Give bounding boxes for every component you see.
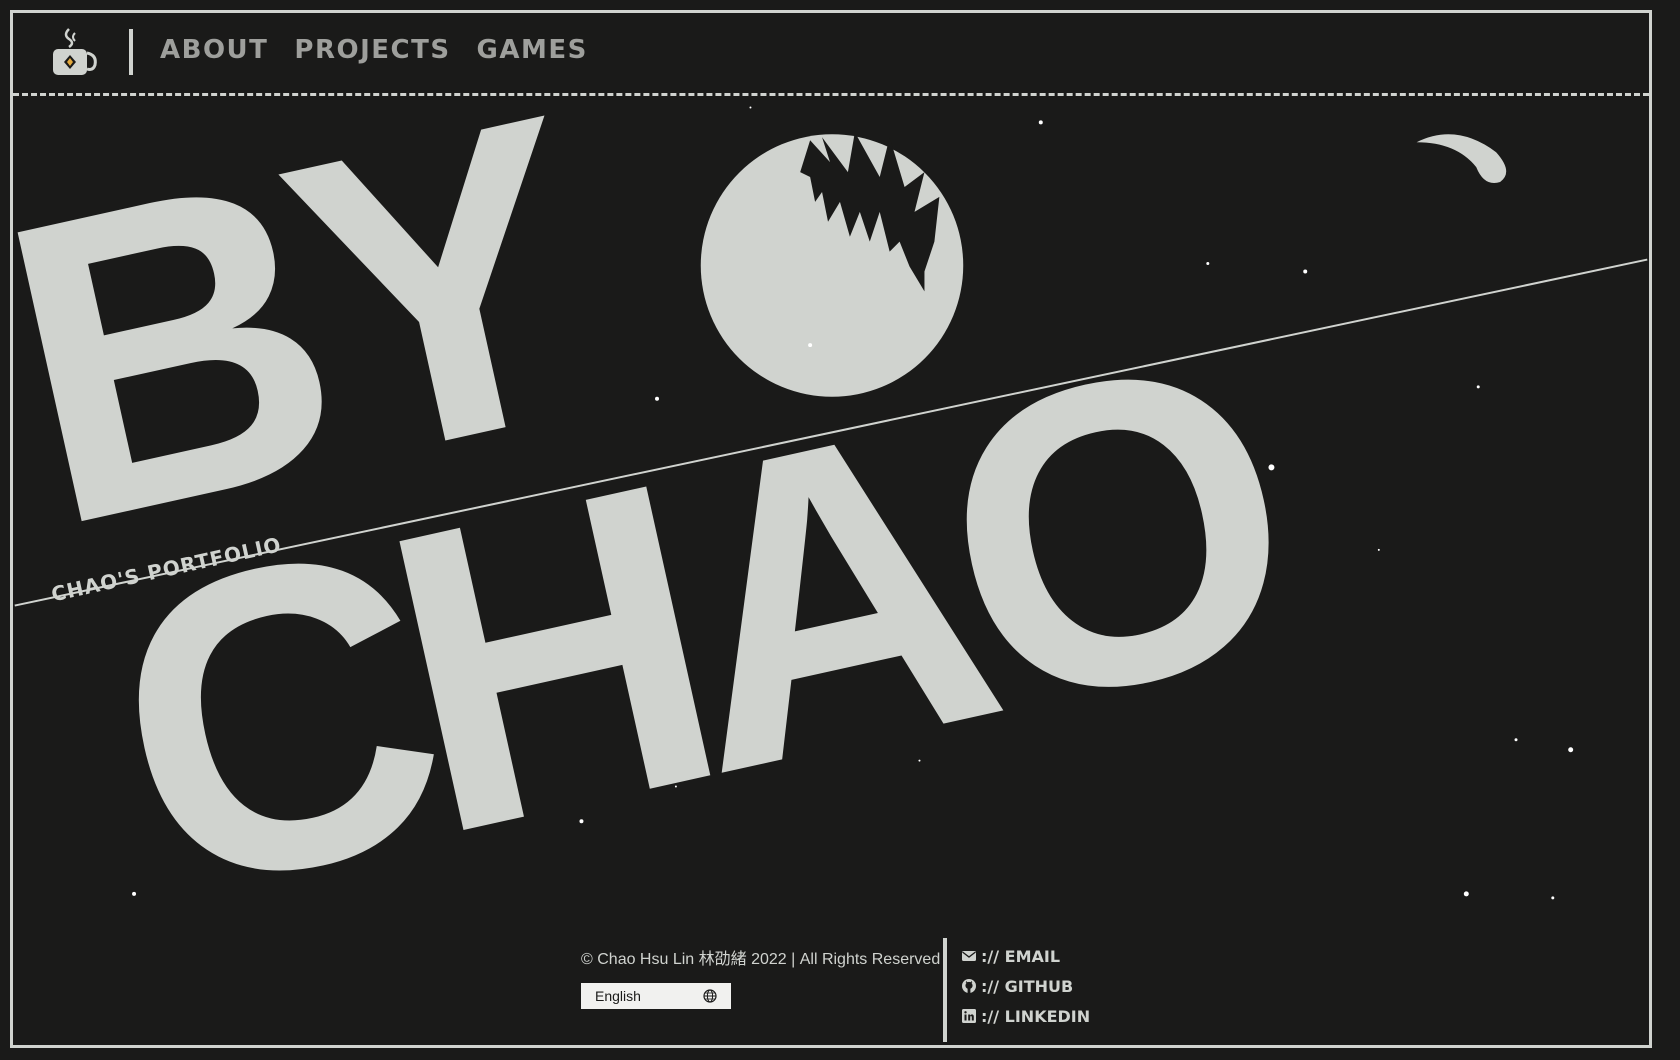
globe-icon — [703, 989, 717, 1003]
linkedin-link[interactable]: :// LINKEDIN — [961, 1001, 1090, 1031]
footer-left: © Chao Hsu Lin 林劭緒 2022 | All Rights Res… — [581, 945, 940, 1009]
github-icon — [962, 979, 976, 993]
github-label: :// GITHUB — [981, 976, 1074, 996]
header: ABOUT PROJECTS GAMES — [13, 13, 1649, 96]
email-label: :// EMAIL — [981, 946, 1061, 966]
coffee-cup-icon[interactable] — [49, 27, 99, 79]
envelope-icon — [962, 951, 976, 961]
language-select[interactable]: English — [581, 983, 731, 1009]
footer-divider — [943, 938, 947, 1042]
linkedin-label: :// LINKEDIN — [981, 1006, 1091, 1026]
main-nav: ABOUT PROJECTS GAMES — [160, 35, 588, 65]
crescent-icon — [1416, 134, 1507, 184]
github-link[interactable]: :// GITHUB — [961, 971, 1090, 1001]
copyright-text: © Chao Hsu Lin 林劭緒 2022 | All Rights Res… — [581, 951, 941, 968]
email-link[interactable]: :// EMAIL — [961, 941, 1090, 971]
nav-about[interactable]: ABOUT — [160, 35, 268, 65]
language-label: English — [595, 988, 641, 1004]
page-frame: BY CHAO CHAO'S PORTFOLIO ABOUT PROJECTS … — [10, 10, 1652, 1048]
header-divider — [129, 29, 133, 75]
nav-projects[interactable]: PROJECTS — [294, 35, 450, 65]
linkedin-icon — [962, 1009, 976, 1023]
social-links: :// EMAIL :// GITHUB :// LINKEDIN — [961, 941, 1090, 1031]
nav-games[interactable]: GAMES — [477, 35, 588, 65]
